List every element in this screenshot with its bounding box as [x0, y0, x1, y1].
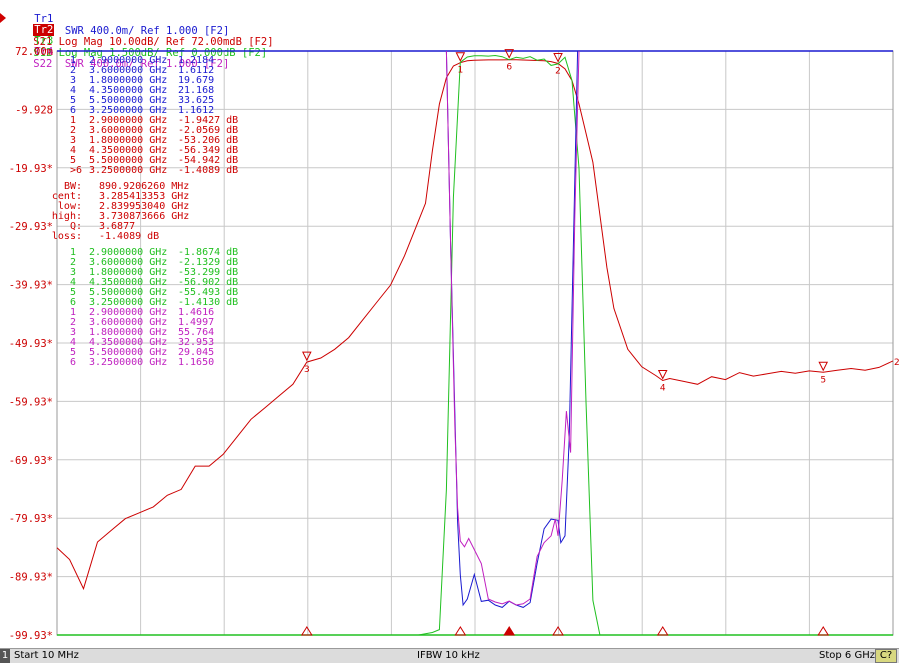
marker-axis-icon — [454, 626, 467, 636]
marker-axis-icon — [503, 626, 516, 636]
y-tick-label: 72.00m — [15, 46, 53, 58]
marker-s21-icon — [657, 369, 668, 380]
marker-s21-label: 5 — [820, 375, 826, 385]
y-tick-label: -39.93* — [9, 280, 53, 292]
stop-frequency[interactable]: Stop 6 GHz — [819, 649, 875, 663]
marker-axis-icon — [817, 626, 830, 636]
y-tick-label: -79.93* — [9, 513, 53, 525]
marker-s21-label: 2 — [555, 66, 561, 76]
y-tick-label: -89.93* — [9, 572, 53, 584]
marker-s21-label: 1 — [457, 66, 463, 76]
marker-s21-icon — [553, 52, 563, 63]
y-tick-label: -69.93* — [9, 455, 53, 467]
s-parameter-plot[interactable]: 72.00m -9.928 -19.93* -29.93* -39.93* -49.93*… — [0, 0, 899, 648]
marker-axis-icon — [552, 626, 564, 636]
marker-axis-icon — [656, 626, 669, 636]
y-tick-label: -19.93* — [9, 163, 53, 175]
y-tick-label: -49.93* — [9, 338, 53, 350]
marker-s21-icon — [818, 361, 829, 372]
marker-s21-icon — [302, 351, 312, 362]
channel-badge[interactable]: C? — [875, 649, 897, 663]
vna-screen: Tr1 S11 SWR 400.0m/ Ref 1.000 [F2] Tr2 S… — [0, 0, 899, 663]
marker-axis-icon — [300, 626, 313, 636]
marker-row: >6 3.2500000 GHz -1.4089 dB — [70, 165, 238, 176]
y-tick-label: -29.93* — [9, 221, 53, 233]
marker-s21-label: 4 — [660, 383, 666, 393]
trace-s11 — [445, 50, 579, 608]
bw-stat-value: -1.4089 dB — [99, 231, 159, 242]
marker-row: 6 3.2500000 GHz 1.1650 — [70, 357, 214, 368]
channel-number[interactable]: 1 — [0, 649, 10, 663]
if-bandwidth[interactable]: IFBW 10 kHz — [417, 649, 480, 663]
y-tick-label: -99.93* — [9, 630, 53, 642]
marker-s21-label: 6 — [506, 63, 512, 73]
reference-marker-label: 2 — [894, 358, 899, 368]
y-tick-label: -9.928 — [15, 104, 53, 116]
trace-s22 — [445, 50, 580, 606]
bw-stat-label: loss: — [52, 231, 82, 242]
status-bar: 1 Start 10 MHz IFBW 10 kHz Stop 6 GHz C? — [0, 648, 899, 663]
marker-s21-label: 3 — [304, 365, 310, 375]
start-frequency[interactable]: Start 10 MHz — [14, 649, 79, 663]
y-tick-label: -59.93* — [9, 396, 53, 408]
